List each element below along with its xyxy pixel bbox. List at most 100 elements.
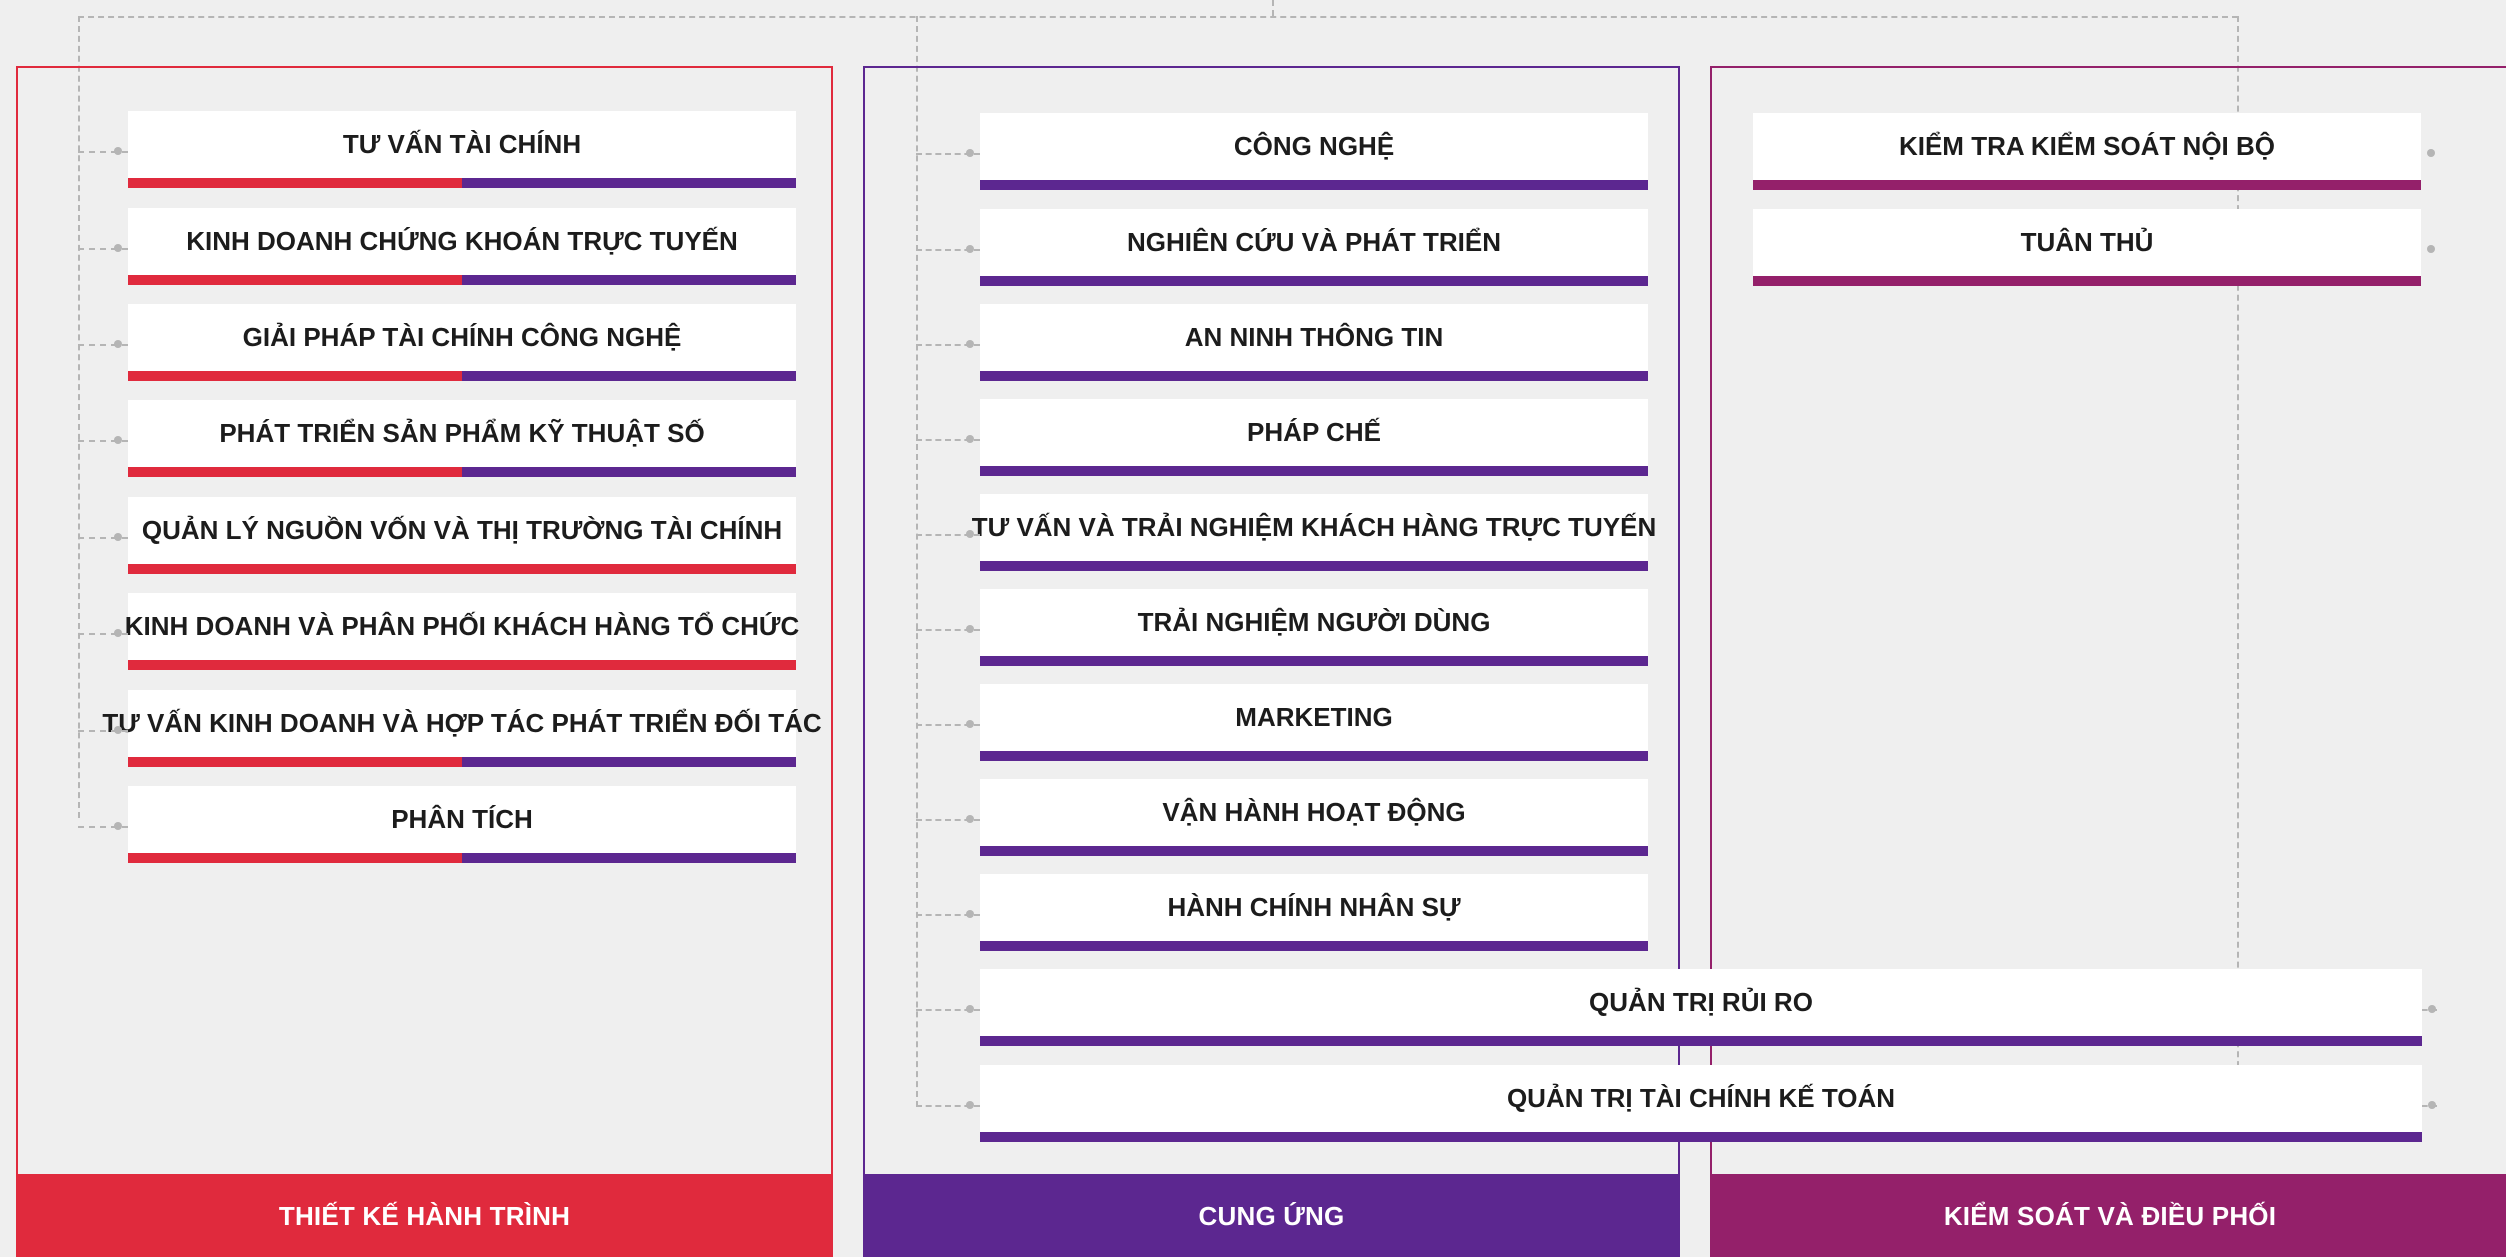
connector-dot: [966, 435, 974, 443]
accent-bar-segment: [980, 751, 1648, 761]
role-accent-bar: [980, 1132, 2422, 1142]
role-box: VẬN HÀNH HOẠT ĐỘNG: [980, 779, 1648, 856]
accent-bar-segment: [128, 853, 462, 863]
accent-bar-segment: [128, 467, 462, 477]
accent-bar-segment: [128, 564, 796, 574]
accent-bar-segment: [462, 757, 796, 767]
role-label: KIỂM TRA KIỂM SOÁT NỘI BỘ: [1898, 131, 2276, 161]
role-box: KIỂM TRA KIỂM SOÁT NỘI BỘ: [1753, 113, 2421, 190]
role-accent-bar: [1753, 276, 2421, 286]
root-connector: [1272, 0, 1274, 16]
role-box: CÔNG NGHỆ: [980, 113, 1648, 190]
accent-bar-segment: [980, 1132, 2422, 1142]
connector-dot: [114, 244, 122, 252]
role-box: TUÂN THỦ: [1753, 209, 2421, 286]
accent-bar-segment: [980, 941, 1648, 951]
connector-dot: [2427, 149, 2435, 157]
accent-bar-segment: [980, 1036, 2422, 1046]
column-title-thiet-ke-hanh-trinh: THIẾT KẾ HÀNH TRÌNH: [16, 1175, 833, 1257]
role-box: QUẢN LÝ NGUỒN VỐN VÀ THỊ TRƯỜNG TÀI CHÍN…: [128, 497, 796, 574]
role-accent-bar: [980, 751, 1648, 761]
connector-dot: [114, 147, 122, 155]
role-label: TƯ VẤN VÀ TRẢI NGHIỆM KHÁCH HÀNG TRỰC TU…: [971, 512, 1657, 542]
accent-bar-segment: [462, 371, 796, 381]
role-label: PHÁP CHẾ: [1247, 417, 1381, 447]
accent-bar-segment: [128, 757, 462, 767]
accent-bar-segment: [980, 466, 1648, 476]
connector-dot: [114, 533, 122, 541]
role-accent-bar: [980, 371, 1648, 381]
role-accent-bar: [980, 180, 1648, 190]
role-box: QUẢN TRỊ TÀI CHÍNH KẾ TOÁN: [980, 1065, 2422, 1142]
role-accent-bar: [128, 467, 796, 477]
role-label: PHÂN TÍCH: [391, 804, 533, 834]
role-label: VẬN HÀNH HOẠT ĐỘNG: [1162, 797, 1466, 827]
role-accent-bar: [128, 853, 796, 863]
role-accent-bar: [128, 275, 796, 285]
connector-dot: [114, 340, 122, 348]
role-box: AN NINH THÔNG TIN: [980, 304, 1648, 381]
role-accent-bar: [128, 660, 796, 670]
role-label: TƯ VẤN TÀI CHÍNH: [342, 129, 582, 159]
role-box: TRẢI NGHIỆM NGƯỜI DÙNG: [980, 589, 1648, 666]
role-label: PHÁT TRIỂN SẢN PHẨM KỸ THUẬT SỐ: [219, 418, 705, 448]
role-box: GIẢI PHÁP TÀI CHÍNH CÔNG NGHỆ: [128, 304, 796, 381]
role-box: TƯ VẤN VÀ TRẢI NGHIỆM KHÁCH HÀNG TRỰC TU…: [972, 494, 1656, 571]
role-box: PHÂN TÍCH: [128, 786, 796, 863]
connector-dot: [2428, 1005, 2436, 1013]
role-accent-bar: [980, 941, 1648, 951]
connector-dot: [966, 1101, 974, 1109]
role-label: KINH DOANH CHỨNG KHOÁN TRỰC TUYẾN: [186, 226, 738, 256]
role-label: TRẢI NGHIỆM NGƯỜI DÙNG: [1137, 607, 1491, 637]
role-accent-bar: [128, 564, 796, 574]
role-box: MARKETING: [980, 684, 1648, 761]
connector-dot: [966, 720, 974, 728]
accent-bar-segment: [980, 846, 1648, 856]
role-box: KINH DOANH VÀ PHÂN PHỐI KHÁCH HÀNG TỔ CH…: [125, 593, 799, 670]
role-box: TƯ VẤN KINH DOANH VÀ HỢP TÁC PHÁT TRIỂN …: [102, 690, 822, 767]
column-title-cung-ung: CUNG ỨNG: [863, 1175, 1680, 1257]
connector-dot: [966, 149, 974, 157]
role-box: KINH DOANH CHỨNG KHOÁN TRỰC TUYẾN: [128, 208, 796, 285]
role-label: QUẢN TRỊ TÀI CHÍNH KẾ TOÁN: [1506, 1083, 1896, 1113]
column-title-kiem-soat-va-dieu-phoi: KIỂM SOÁT VÀ ĐIỀU PHỐI: [1710, 1175, 2506, 1257]
connector-dot: [2427, 245, 2435, 253]
role-accent-bar: [980, 466, 1648, 476]
role-label: GIẢI PHÁP TÀI CHÍNH CÔNG NGHỆ: [242, 322, 682, 352]
connector-dot: [114, 629, 122, 637]
role-box: NGHIÊN CỨU VÀ PHÁT TRIỂN: [980, 209, 1648, 286]
role-label: QUẢN TRỊ RỦI RO: [1589, 987, 1813, 1017]
accent-bar-segment: [980, 656, 1648, 666]
connector-dot: [966, 815, 974, 823]
accent-bar-segment: [462, 178, 796, 188]
role-accent-bar: [128, 178, 796, 188]
accent-bar-segment: [980, 180, 1648, 190]
role-label: NGHIÊN CỨU VÀ PHÁT TRIỂN: [1126, 227, 1502, 257]
role-label: HÀNH CHÍNH NHÂN SỰ: [1167, 892, 1461, 922]
accent-bar-segment: [1753, 180, 2421, 190]
connector-dot: [966, 340, 974, 348]
accent-bar-segment: [980, 371, 1648, 381]
accent-bar-segment: [128, 178, 462, 188]
connector-dot: [966, 245, 974, 253]
role-accent-bar: [980, 1036, 2422, 1046]
accent-bar-segment: [462, 275, 796, 285]
accent-bar-segment: [128, 371, 462, 381]
connector-dot: [966, 530, 974, 538]
accent-bar-segment: [980, 561, 1648, 571]
role-label: QUẢN LÝ NGUỒN VỐN VÀ THỊ TRƯỜNG TÀI CHÍN…: [141, 515, 783, 545]
role-box: HÀNH CHÍNH NHÂN SỰ: [980, 874, 1648, 951]
connector-dot: [114, 822, 122, 830]
connector-dot: [114, 726, 122, 734]
role-label: AN NINH THÔNG TIN: [1184, 322, 1444, 352]
accent-bar-segment: [462, 853, 796, 863]
accent-bar-segment: [128, 660, 796, 670]
role-accent-bar: [128, 757, 796, 767]
accent-bar-segment: [128, 275, 462, 285]
connector-dot: [114, 436, 122, 444]
role-accent-bar: [980, 846, 1648, 856]
role-box: PHÁT TRIỂN SẢN PHẨM KỸ THUẬT SỐ: [128, 400, 796, 477]
role-accent-bar: [980, 276, 1648, 286]
connector-dot: [966, 910, 974, 918]
role-label: TUÂN THỦ: [2020, 227, 2154, 257]
